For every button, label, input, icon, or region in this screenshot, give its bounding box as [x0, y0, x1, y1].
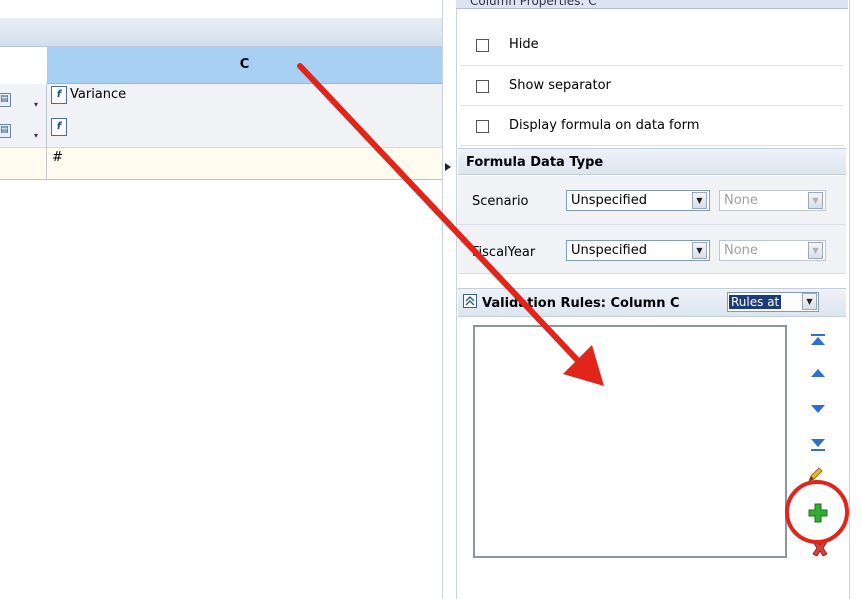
validation-rules-list[interactable] — [473, 325, 787, 558]
hide-label: Hide — [509, 37, 539, 52]
chevron-down-icon[interactable]: ▼ — [692, 192, 707, 209]
collapse-section-icon[interactable] — [463, 294, 477, 308]
chevron-down-icon[interactable]: ▼ — [692, 242, 707, 259]
chevron-down-icon: ▼ — [808, 242, 823, 259]
edit-rule-icon[interactable] — [806, 466, 824, 484]
grid-header-band — [0, 18, 442, 47]
column-properties-title: Column Properties: C — [470, 0, 597, 8]
chevron-down-icon[interactable]: ▼ — [802, 293, 817, 310]
hide-checkbox[interactable] — [476, 39, 489, 52]
show-separator-checkbox[interactable] — [476, 80, 489, 93]
chevron-down-icon[interactable]: ▾ — [34, 131, 38, 140]
formula-icon[interactable]: f — [51, 118, 67, 136]
pane-splitter[interactable] — [442, 0, 456, 599]
grid-row-data[interactable] — [0, 148, 442, 180]
scenario-label: Scenario — [472, 194, 529, 209]
fiscalyear-label: FiscalYear — [472, 245, 536, 260]
scenario-type-select[interactable]: Unspecified — [566, 190, 710, 211]
move-bottom-icon[interactable] — [810, 438, 826, 452]
fiscalyear-type-select[interactable]: Unspecified — [566, 240, 710, 261]
show-separator-label: Show separator — [509, 78, 611, 93]
validation-rules-title: Validation Rules: Column C — [482, 296, 680, 311]
formula-icon[interactable]: f — [51, 86, 67, 104]
chevron-down-icon: ▼ — [808, 192, 823, 209]
move-top-icon[interactable] — [810, 333, 826, 347]
cell-variance[interactable]: Variance — [70, 87, 126, 102]
cell-data-hash[interactable]: # — [52, 150, 63, 165]
collapse-arrow-icon[interactable] — [445, 160, 451, 174]
column-header-c[interactable]: C — [47, 47, 442, 84]
delete-rule-icon[interactable] — [811, 538, 829, 558]
display-formula-label: Display formula on data form — [509, 118, 700, 133]
formula-data-type-heading: Formula Data Type — [458, 148, 846, 175]
member-selector-icon[interactable]: ▤ — [0, 124, 11, 138]
move-down-icon[interactable] — [810, 404, 826, 414]
member-selector-icon[interactable]: ▤ — [0, 93, 11, 107]
chevron-down-icon[interactable]: ▾ — [34, 100, 38, 109]
display-formula-checkbox[interactable] — [476, 120, 489, 133]
move-up-icon[interactable] — [810, 368, 826, 378]
add-rule-icon[interactable] — [808, 503, 828, 523]
row-header-divider — [46, 84, 47, 179]
